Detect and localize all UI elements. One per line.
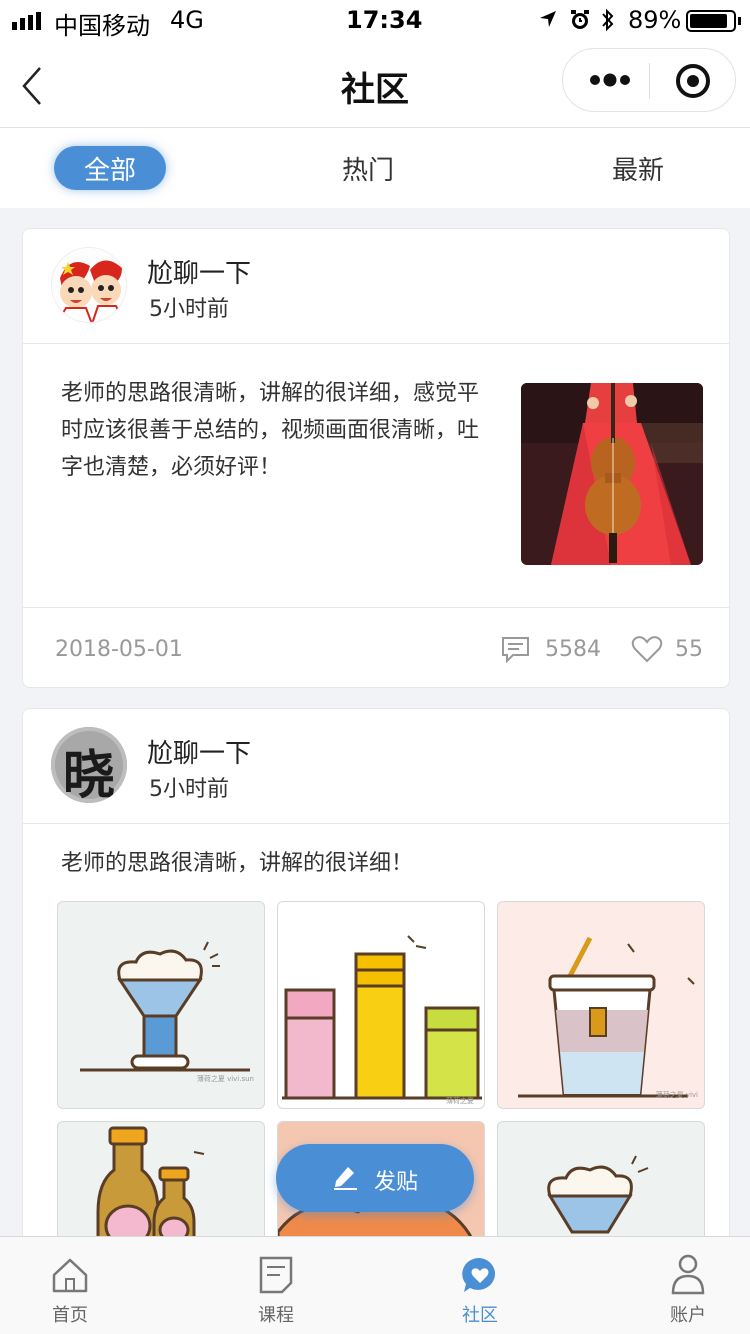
card-divider <box>23 823 729 824</box>
new-post-button[interactable]: 发贴 <box>276 1144 474 1212</box>
community-icon <box>462 1257 496 1292</box>
tabbar-label: 账户 <box>670 1305 706 1326</box>
network-label: 4G <box>170 6 204 34</box>
ellipsis-icon[interactable] <box>589 71 631 89</box>
clock: 17:34 <box>346 6 423 34</box>
heart-icon[interactable] <box>631 635 663 663</box>
carrier-label: 中国移动 <box>54 12 150 40</box>
filter-tabs: 全部 热门 最新 <box>0 128 750 208</box>
bottom-tab-bar: 首页 课程 社区 账户 <box>0 1236 750 1334</box>
bluetooth-icon <box>602 8 614 32</box>
post-text: 老师的思路很清晰，讲解的很详细！ <box>61 851 414 876</box>
comment-icon[interactable] <box>501 635 531 663</box>
capsule-menu <box>562 48 736 112</box>
signal-icon <box>12 12 41 30</box>
post-time: 5小时前 <box>149 297 229 322</box>
post-image[interactable] <box>521 383 703 565</box>
post-username[interactable]: 尬聊一下 <box>147 733 251 770</box>
capsule-divider <box>649 63 650 99</box>
tabbar-label: 课程 <box>258 1305 294 1326</box>
post-text: 老师的思路很清晰，讲解的很详细，感觉平时应该很善于总结的，视频画面很清晰，吐字也… <box>61 381 480 480</box>
like-count: 55 <box>675 637 703 662</box>
card-divider <box>23 607 729 608</box>
location-icon <box>540 11 556 27</box>
document-icon <box>259 1256 293 1294</box>
post-card[interactable]: 晓 尬聊一下 5小时前 老师的思路很清晰，讲解的很详细！ 薄荷之夏 vivi.s… <box>22 708 730 1308</box>
post-date: 2018-05-01 <box>55 637 183 662</box>
card-divider <box>23 343 729 344</box>
tabbar-label: 社区 <box>462 1305 498 1326</box>
watermark: 薄荷之夏 <box>446 1097 474 1105</box>
new-post-label: 发贴 <box>374 1170 419 1195</box>
post-image[interactable]: 薄荷之夏 <box>277 901 485 1109</box>
home-icon <box>52 1258 88 1293</box>
battery-percent: 89% <box>628 6 682 34</box>
battery-fill <box>690 14 727 28</box>
tabbar-item-courses[interactable]: 课程 <box>216 1237 336 1334</box>
nav-bar: 社区 <box>0 42 750 128</box>
post-card[interactable]: 尬聊一下 5小时前 老师的思路很清晰，讲解的很详细，感觉平时应该很善于总结的，视… <box>22 228 730 688</box>
target-icon[interactable] <box>675 63 711 99</box>
watermark: 薄荷之夏 vivi.sun <box>196 1075 254 1083</box>
alarm-icon <box>571 10 589 29</box>
tabbar-item-account[interactable]: 账户 <box>628 1237 748 1334</box>
tab-all[interactable]: 全部 <box>54 146 166 190</box>
books-illustration <box>282 935 482 1100</box>
avatar[interactable] <box>51 247 127 323</box>
tabbar-label: 首页 <box>52 1305 88 1326</box>
edit-icon <box>334 1167 357 1190</box>
tabbar-item-community[interactable]: 社区 <box>420 1237 540 1334</box>
battery-cap <box>738 17 741 25</box>
tabbar-item-home[interactable]: 首页 <box>10 1237 130 1334</box>
post-image[interactable]: 薄荷之夏 vivi.sun <box>57 901 265 1109</box>
comment-count: 5584 <box>545 637 601 662</box>
avatar[interactable]: 晓 <box>51 727 127 803</box>
tab-hot[interactable]: 热门 <box>318 146 418 190</box>
post-username[interactable]: 尬聊一下 <box>147 253 251 290</box>
status-bar: 中国移动 4G 17:34 89% <box>0 0 750 42</box>
person-icon <box>671 1254 705 1295</box>
battery-icon <box>686 10 736 32</box>
post-image[interactable]: 薄荷之夏 vivi <box>497 901 705 1109</box>
avatar-glyph: 晓 <box>62 745 115 803</box>
drink-illustration <box>518 936 695 1098</box>
post-time: 5小时前 <box>149 777 229 802</box>
watermark: 薄荷之夏 vivi <box>655 1091 698 1099</box>
tab-latest[interactable]: 最新 <box>588 146 688 190</box>
cello-player-image <box>521 383 703 565</box>
cartoon-avatar-icon <box>52 248 126 322</box>
